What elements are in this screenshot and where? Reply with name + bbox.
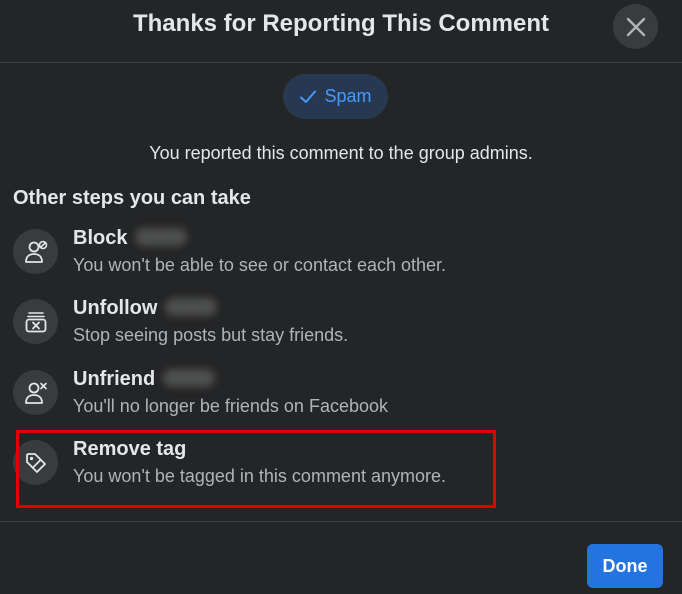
option-unfollow-icon-wrap [13,299,58,344]
reported-message: You reported this comment to the group a… [149,143,533,163]
dialog-title: Thanks for Reporting This Comment [132,10,549,37]
block-user-icon [24,240,47,263]
option-unfriend-title: Unfriend [73,368,216,391]
section-title: Other steps you can take [13,187,251,209]
reported-category-badge[interactable]: Spam [283,74,388,119]
unfriend-icon [24,382,47,404]
highlight-box [16,430,496,508]
reported-category-label: Spam [324,86,372,106]
close-icon [626,17,645,36]
option-unfriend-subtitle: You'll no longer be friends on Facebook [73,396,388,416]
checkmark-icon [300,90,317,103]
dialog-header: Thanks for Reporting This Comment [0,0,682,63]
option-unfollow[interactable]: Unfollow Stop seeing posts but stay frie… [13,297,633,353]
option-unfollow-title: Unfollow [73,297,218,320]
blurred-name [135,228,188,246]
blurred-name [165,298,218,316]
option-block-title: Block [73,227,188,250]
option-unfriend-label: Unfriend [73,368,156,390]
option-block-subtitle: You won't be able to see or contact each… [73,255,447,275]
option-block-label: Block [73,227,128,249]
footer-divider [0,521,682,522]
option-unfriend[interactable]: Unfriend You'll no longer be friends on … [13,368,633,424]
unfollow-icon [25,311,46,332]
option-block[interactable]: Block You won't be able to see or contac… [13,227,633,283]
option-unfriend-icon-wrap [13,370,58,415]
option-block-icon-wrap [13,229,58,274]
done-button[interactable]: Done [587,544,663,588]
option-unfollow-subtitle: Stop seeing posts but stay friends. [73,325,349,345]
blurred-name [163,369,216,387]
close-button[interactable] [613,4,658,49]
option-unfollow-label: Unfollow [73,297,158,319]
